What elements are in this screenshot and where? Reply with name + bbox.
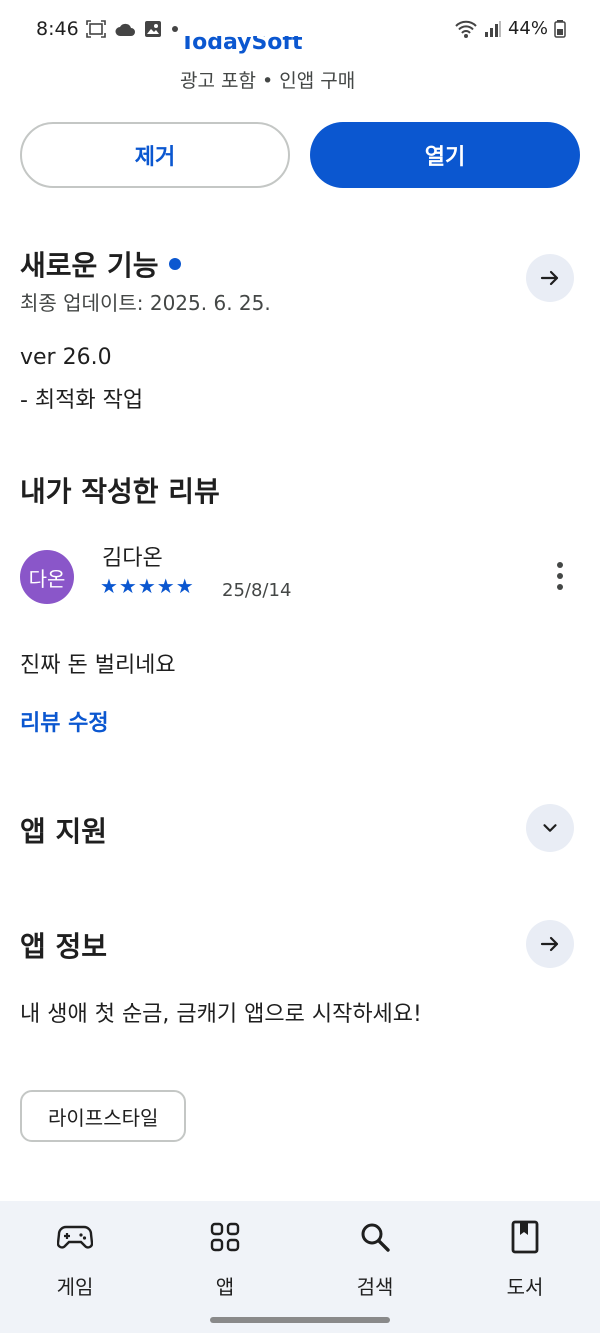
- screenshot-icon: [86, 20, 106, 38]
- battery-icon: [554, 19, 566, 38]
- more-notifications-icon: [172, 26, 178, 32]
- notification-icons: [86, 20, 180, 38]
- arrow-right-icon: [540, 936, 559, 952]
- nav-item-books[interactable]: 도서: [475, 1217, 575, 1300]
- book-icon: [505, 1217, 545, 1257]
- app-description: 내 생애 첫 순금, 금캐기 앱으로 시작하세요!: [20, 1002, 422, 1027]
- release-notes: - 최적화 작업: [20, 388, 144, 413]
- star-rating: ★★★★★: [100, 574, 195, 598]
- bottom-nav: 게임 앱 검색 도서: [0, 1201, 600, 1333]
- app-info-title: 앱 정보: [20, 930, 108, 963]
- nav-label-books: 도서: [506, 1275, 544, 1299]
- review-text: 진짜 돈 벌리네요: [20, 653, 176, 678]
- gamepad-icon: [55, 1217, 95, 1257]
- developer-name[interactable]: TodaySoft: [180, 36, 303, 56]
- nav-item-games[interactable]: 게임: [25, 1217, 125, 1300]
- my-review-title: 내가 작성한 리뷰: [20, 475, 220, 508]
- chevron-down-icon: [543, 824, 557, 832]
- nav-label-games: 게임: [56, 1275, 94, 1299]
- app-meta: 광고 포함 • 인앱 구매: [180, 70, 356, 92]
- whats-new-title-text: 새로운 기능: [20, 249, 159, 282]
- app-support-expand-button[interactable]: [526, 804, 574, 852]
- app-support-title: 앱 지원: [20, 815, 108, 848]
- review-date: 25/8/14: [222, 580, 292, 601]
- whats-new-title: 새로운 기능: [20, 244, 181, 284]
- signal-icon: [484, 20, 501, 37]
- home-indicator[interactable]: [210, 1317, 390, 1323]
- wifi-icon: [455, 20, 477, 38]
- edit-review-link[interactable]: 리뷰 수정: [20, 705, 109, 737]
- last-updated: 최종 업데이트: 2025. 6. 25.: [20, 291, 271, 315]
- nav-label-apps: 앱: [215, 1275, 235, 1299]
- avatar: 다온: [20, 550, 74, 604]
- whats-new-arrow-button[interactable]: [526, 254, 574, 302]
- review-more-options-icon[interactable]: [540, 558, 580, 594]
- system-icons: 44%: [454, 18, 566, 39]
- reviewer-name: 김다온: [102, 546, 163, 571]
- nav-item-search[interactable]: 검색: [325, 1217, 425, 1300]
- new-indicator-dot: [168, 258, 181, 270]
- gallery-icon: [145, 21, 161, 37]
- search-icon: [355, 1217, 395, 1257]
- arrow-right-icon: [540, 270, 559, 286]
- open-button[interactable]: 열기: [310, 122, 580, 188]
- remove-button[interactable]: 제거: [20, 122, 290, 188]
- nav-label-search: 검색: [356, 1275, 394, 1299]
- status-time: 8:46: [36, 18, 79, 40]
- nav-item-apps[interactable]: 앱: [175, 1217, 275, 1300]
- version-text: ver 26.0: [20, 345, 112, 370]
- app-info-arrow-button[interactable]: [526, 920, 574, 968]
- battery-percent: 44%: [507, 18, 548, 39]
- apps-grid-icon: [205, 1217, 245, 1257]
- category-chip[interactable]: 라이프스타일: [20, 1090, 187, 1142]
- cloud-icon: [115, 23, 135, 36]
